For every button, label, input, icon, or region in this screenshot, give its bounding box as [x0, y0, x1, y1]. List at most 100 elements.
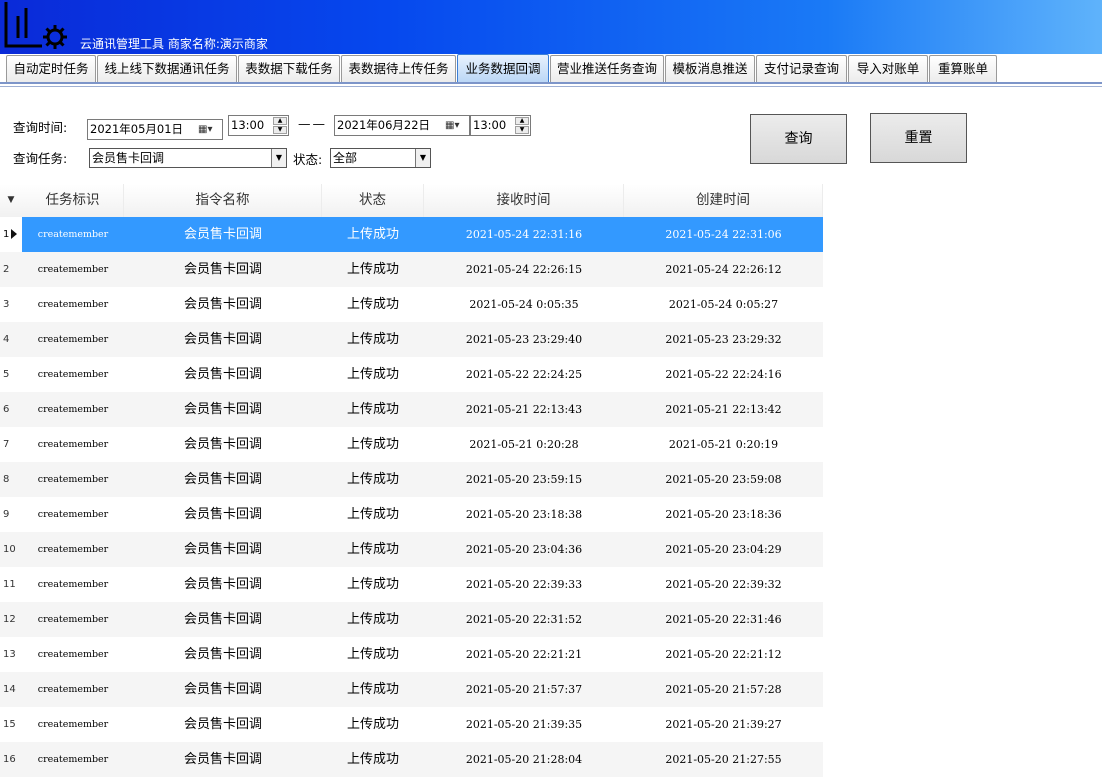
create-time-cell: 2021-05-20 21:39:27	[624, 707, 823, 742]
row-number-text: 12	[3, 614, 16, 625]
spin-up-icon[interactable]: ▲	[273, 117, 287, 125]
create-time-cell-text: 2021-05-20 21:57:28	[665, 683, 782, 696]
sort-triangle-icon[interactable]: ▼	[0, 184, 22, 217]
calendar-dropdown-icon[interactable]: ▦▾	[198, 122, 220, 137]
create-time-cell: 2021-05-20 21:57:28	[624, 672, 823, 707]
command-name-cell-text: 会员售卡回调	[183, 472, 262, 487]
table-row[interactable]: 11 createmember 会员售卡回调 上传成功 2021-05-20 22:39…	[0, 567, 823, 602]
command-name-cell-text: 会员售卡回调	[183, 647, 262, 662]
command-name-cell: 会员售卡回调	[124, 252, 322, 287]
status-cell: 上传成功	[322, 427, 424, 462]
command-name-cell: 会员售卡回调	[124, 672, 322, 707]
table-row[interactable]: 2 createmember 会员售卡回调 上传成功 2021-05-24 22:26:…	[0, 252, 823, 287]
create-time-cell-text: 2021-05-21 0:20:19	[668, 438, 779, 451]
table-row[interactable]: 15 createmember 会员售卡回调 上传成功 2021-05-20 21:39…	[0, 707, 823, 742]
end-time-field[interactable]: 13:00 ▲ ▼	[470, 115, 531, 136]
table-row[interactable]: 14 createmember 会员售卡回调 上传成功 2021-05-20 21:57…	[0, 672, 823, 707]
table-row[interactable]: 1 createmember 会员售卡回调 上传成功 2021-05-24 22:31:…	[0, 217, 823, 252]
receive-time-cell: 2021-05-24 0:05:35	[424, 287, 624, 322]
command-name-cell-text: 会员售卡回调	[183, 717, 262, 732]
start-time-field[interactable]: 13:00 ▲ ▼	[228, 115, 289, 136]
command-name-cell: 会员售卡回调	[124, 602, 322, 637]
end-date-picker[interactable]: 2021年06月22日 ▦▾	[334, 115, 470, 136]
task-id-cell-text: createmember	[37, 334, 109, 345]
task-id-cell: createmember	[22, 707, 124, 742]
status-cell-text: 上传成功	[346, 577, 399, 592]
row-number-text: 7	[3, 439, 10, 450]
status-select[interactable]: 全部 ▼	[330, 148, 431, 168]
receive-time-cell: 2021-05-20 22:21:21	[424, 637, 624, 672]
end-time-spinner[interactable]: ▲ ▼	[515, 117, 529, 134]
chevron-down-icon[interactable]: ▼	[415, 149, 430, 167]
tab-import-statement[interactable]: 导入对账单	[848, 55, 928, 82]
app-logo-icon	[4, 2, 67, 49]
spin-down-icon[interactable]: ▼	[273, 126, 287, 134]
column-header-status[interactable]: 状态	[322, 184, 424, 217]
row-number-text: 15	[3, 719, 16, 730]
status-cell-text: 上传成功	[346, 472, 399, 487]
table-row[interactable]: 13 createmember 会员售卡回调 上传成功 2021-05-20 22:21…	[0, 637, 823, 672]
receive-time-cell: 2021-05-23 23:29:40	[424, 322, 624, 357]
receive-time-cell: 2021-05-21 0:20:28	[424, 427, 624, 462]
status-cell-text: 上传成功	[346, 647, 399, 662]
task-id-cell-text: createmember	[37, 299, 109, 310]
table-row[interactable]: 9 createmember 会员售卡回调 上传成功 2021-05-20 23:18:…	[0, 497, 823, 532]
row-number: 2	[0, 252, 22, 287]
task-select[interactable]: 会员售卡回调 ▼	[89, 148, 287, 168]
table-row[interactable]: 8 createmember 会员售卡回调 上传成功 2021-05-20 23:59:…	[0, 462, 823, 497]
column-header-task-id[interactable]: 任务标识	[22, 184, 124, 217]
tab-template-message[interactable]: 模板消息推送	[665, 55, 755, 82]
row-number: 6	[0, 392, 22, 427]
create-time-cell-text: 2021-05-20 23:04:29	[665, 543, 782, 556]
row-number: 11	[0, 567, 22, 602]
calendar-dropdown-icon[interactable]: ▦▾	[445, 118, 467, 133]
task-id-cell-text: createmember	[37, 369, 109, 380]
start-time-spinner[interactable]: ▲ ▼	[273, 117, 287, 134]
tab-table-download[interactable]: 表数据下载任务	[238, 55, 340, 82]
row-number-text: 10	[3, 544, 16, 555]
command-name-cell: 会员售卡回调	[124, 287, 322, 322]
task-id-cell: createmember	[22, 532, 124, 567]
table-row[interactable]: 4 createmember 会员售卡回调 上传成功 2021-05-23 23:29:…	[0, 322, 823, 357]
status-cell-text: 上传成功	[346, 542, 399, 557]
table-row[interactable]: 3 createmember 会员售卡回调 上传成功 2021-05-24 0:05:3…	[0, 287, 823, 322]
command-name-cell-text: 会员售卡回调	[183, 437, 262, 452]
receive-time-cell: 2021-05-22 22:24:25	[424, 357, 624, 392]
row-number: 5	[0, 357, 22, 392]
table-row[interactable]: 12 createmember 会员售卡回调 上传成功 2021-05-20 22:31…	[0, 602, 823, 637]
tab-business-callback[interactable]: 业务数据回调	[457, 54, 549, 83]
create-time-cell: 2021-05-20 22:31:46	[624, 602, 823, 637]
table-row[interactable]: 7 createmember 会员售卡回调 上传成功 2021-05-21 0:20:2…	[0, 427, 823, 462]
row-number-text: 16	[3, 754, 16, 765]
task-id-cell: createmember	[22, 357, 124, 392]
table-row[interactable]: 16 createmember 会员售卡回调 上传成功 2021-05-20 21:28…	[0, 742, 823, 777]
start-date-picker[interactable]: 2021年05月01日 ▦▾	[87, 119, 223, 140]
status-cell: 上传成功	[322, 532, 424, 567]
reset-button[interactable]: 重置	[870, 113, 967, 163]
row-number: 8	[0, 462, 22, 497]
row-number: 13	[0, 637, 22, 672]
table-row[interactable]: 6 createmember 会员售卡回调 上传成功 2021-05-21 22:13:…	[0, 392, 823, 427]
table-row[interactable]: 5 createmember 会员售卡回调 上传成功 2021-05-22 22:24:…	[0, 357, 823, 392]
column-header-create-time[interactable]: 创建时间	[624, 184, 823, 217]
tab-recalculate-bill[interactable]: 重算账单	[929, 55, 997, 82]
task-id-cell-text: createmember	[37, 229, 109, 240]
search-button[interactable]: 查询	[750, 114, 847, 164]
tab-payment-records[interactable]: 支付记录查询	[756, 55, 847, 82]
receive-time-cell: 2021-05-20 23:59:15	[424, 462, 624, 497]
column-header-command-name[interactable]: 指令名称	[124, 184, 322, 217]
table-row[interactable]: 10 createmember 会员售卡回调 上传成功 2021-05-20 23:04…	[0, 532, 823, 567]
title-bar: 云通讯管理工具 商家名称:演示商家	[0, 0, 1102, 54]
task-id-cell-text: createmember	[37, 684, 109, 695]
spin-down-icon[interactable]: ▼	[515, 126, 529, 134]
tab-business-push-query[interactable]: 营业推送任务查询	[550, 55, 664, 82]
spin-up-icon[interactable]: ▲	[515, 117, 529, 125]
column-header-receive-time[interactable]: 接收时间	[424, 184, 624, 217]
query-time-label: 查询时间:	[13, 120, 68, 135]
chevron-down-icon[interactable]: ▼	[271, 149, 286, 167]
end-time-value: 13:00	[473, 118, 507, 132]
tab-table-upload-pending[interactable]: 表数据待上传任务	[341, 55, 456, 82]
tab-auto-tasks[interactable]: 自动定时任务	[6, 55, 96, 82]
tab-online-offline-tasks[interactable]: 线上线下数据通讯任务	[97, 55, 237, 82]
task-id-cell: createmember	[22, 497, 124, 532]
